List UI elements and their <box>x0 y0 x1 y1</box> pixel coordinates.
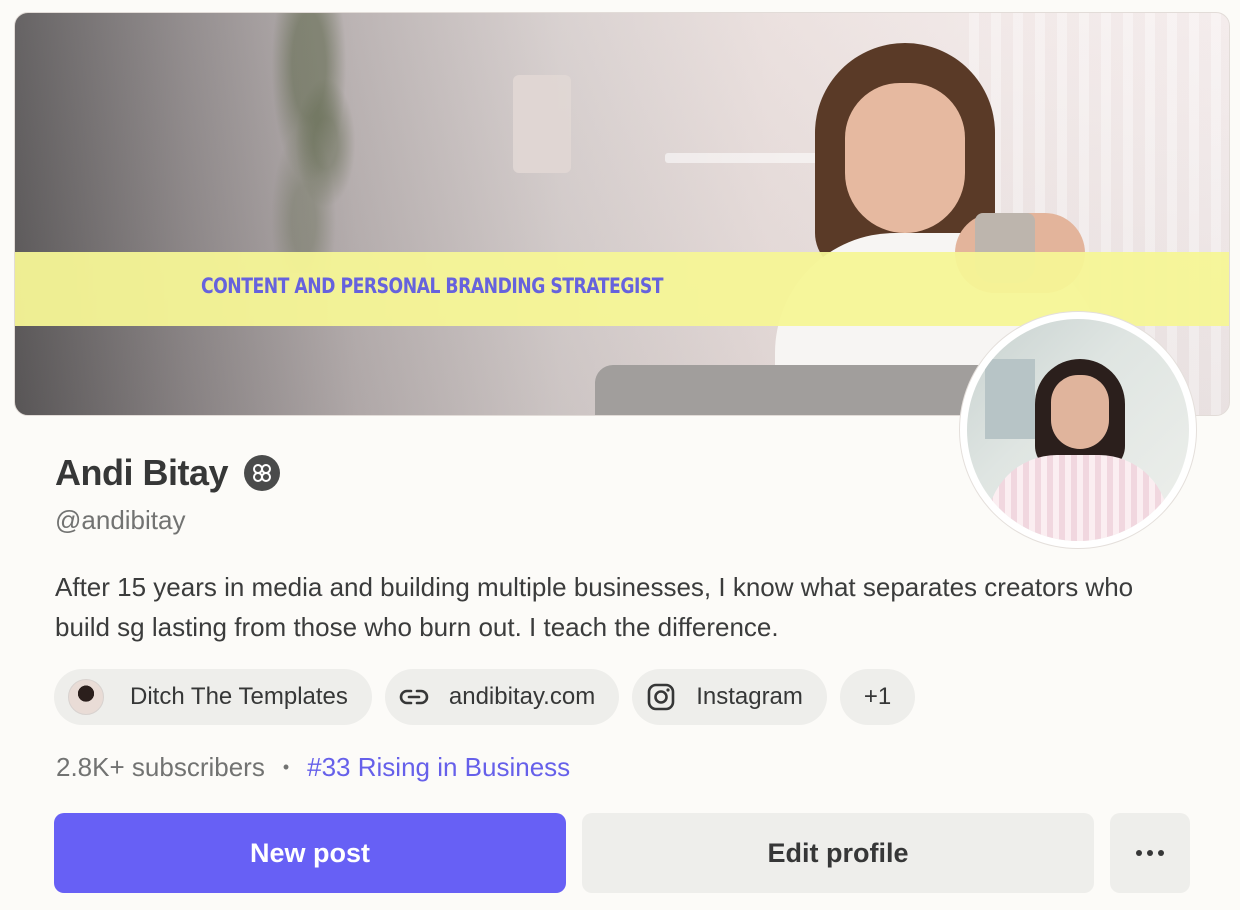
profile-stats: 2.8K+ subscribers • #33 Rising in Busine… <box>56 752 570 783</box>
link-chip-label: Ditch The Templates <box>130 683 348 710</box>
banner-tagline: CONTENT AND PERSONAL BRANDING STRATEGIST <box>201 274 664 298</box>
more-horizontal-icon <box>1136 850 1164 856</box>
link-chip-publication[interactable]: Ditch The Templates <box>54 669 372 725</box>
banner-jar <box>513 75 571 173</box>
link-chip-more-label: +1 <box>863 683 892 710</box>
profile-bio: After 15 years in media and building mul… <box>55 572 1134 642</box>
link-chip-website[interactable]: andibitay.com <box>384 669 620 725</box>
publication-avatar <box>68 679 104 715</box>
stats-separator: • <box>282 757 290 777</box>
link-chip-instagram[interactable]: Instagram <box>632 669 827 725</box>
instagram-icon <box>646 682 676 712</box>
avatar-photo <box>967 319 1189 541</box>
leaderboard-rank-link[interactable]: #33 Rising in Business <box>307 752 570 783</box>
new-post-button[interactable]: New post <box>54 813 566 893</box>
banner-laptop <box>595 365 1015 415</box>
bestseller-badge-icon[interactable] <box>244 455 281 491</box>
profile-name: Andi Bitay <box>55 452 229 493</box>
profile-links: Ditch The Templates andibitay.com Instag… <box>54 669 916 725</box>
link-chip-label: andibitay.com <box>448 683 596 710</box>
banner-plant <box>265 13 375 273</box>
link-chip-label: Instagram <box>696 683 803 710</box>
link-chip-more[interactable]: +1 <box>839 669 916 725</box>
profile-avatar[interactable] <box>960 312 1196 548</box>
profile-name-row: Andi Bitay <box>55 452 281 494</box>
profile-handle: @andibitay <box>55 505 186 535</box>
subscriber-count[interactable]: 2.8K+ subscribers <box>56 752 265 783</box>
link-icon <box>399 682 429 712</box>
more-options-button[interactable] <box>1110 813 1190 893</box>
profile-page: CONTENT AND PERSONAL BRANDING STRATEGIST… <box>0 0 1240 910</box>
edit-profile-button[interactable]: Edit profile <box>582 813 1094 893</box>
